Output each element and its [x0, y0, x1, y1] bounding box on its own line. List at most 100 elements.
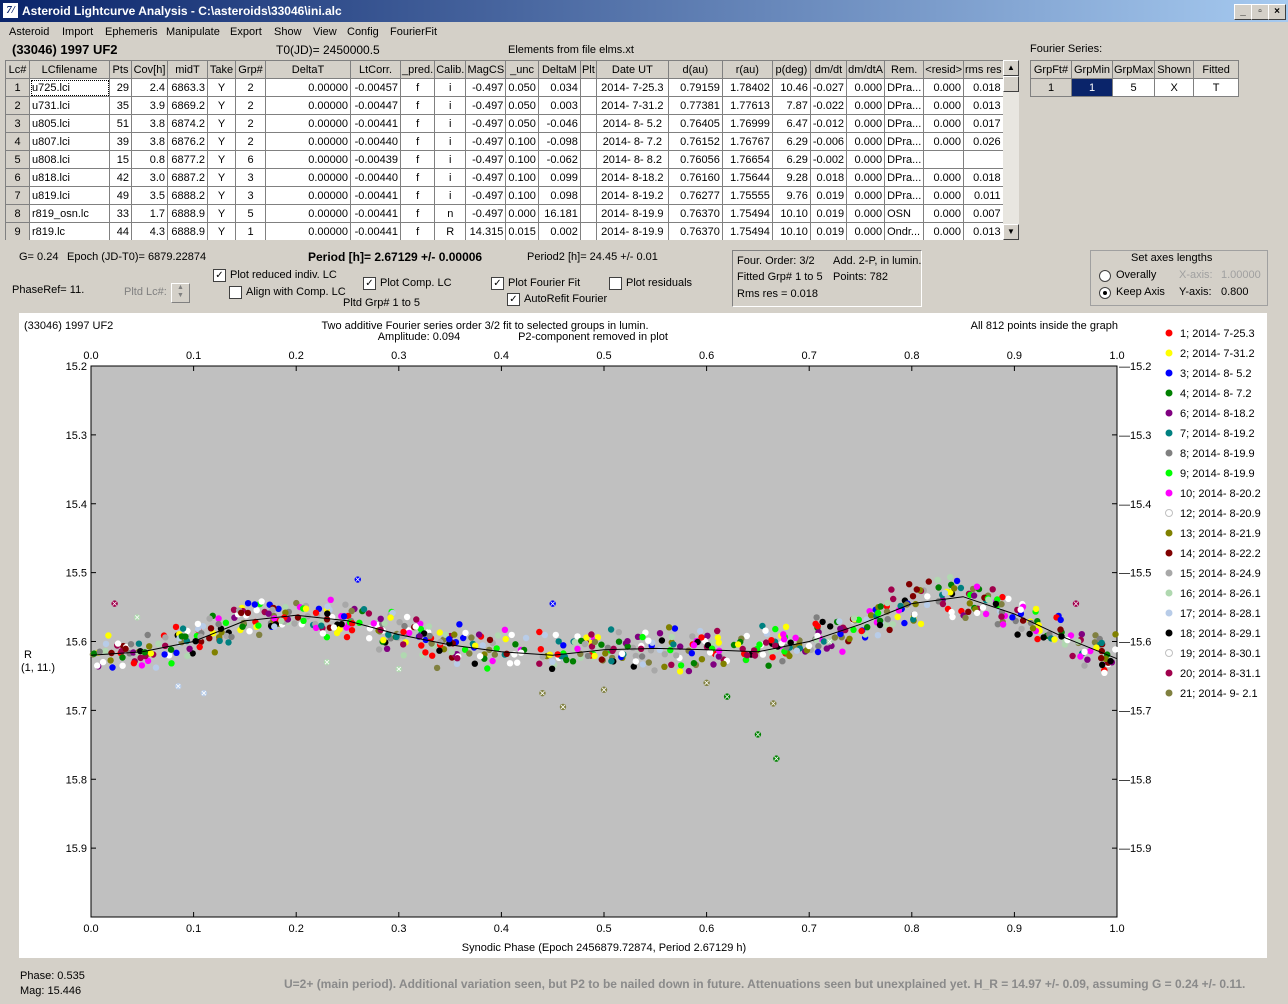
table-cell[interactable]: 49 [109, 186, 132, 205]
table-cell[interactable]: Y [207, 222, 236, 240]
table-cell[interactable]: -0.497 [465, 186, 507, 205]
table-cell[interactable]: 42 [109, 168, 132, 187]
table-cell[interactable]: DPra... [884, 114, 925, 133]
table-cell[interactable]: 3.8 [131, 114, 168, 133]
table-cell[interactable]: f [399, 204, 436, 223]
table-cell[interactable] [579, 114, 597, 133]
menu-asteroid[interactable]: Asteroid [9, 26, 49, 38]
table-cell[interactable]: Y [207, 186, 236, 205]
table-cell[interactable]: 6887.2 [167, 168, 208, 187]
table-cell[interactable]: 0.79159 [667, 78, 723, 97]
table-cell[interactable]: 7.87 [771, 96, 811, 115]
col-header-14[interactable]: Plt [579, 60, 597, 79]
menu-import[interactable]: Import [62, 26, 93, 38]
table-cell[interactable]: 1.75494 [721, 204, 773, 223]
table-cell[interactable]: 0.000 [505, 204, 539, 223]
table-cell[interactable]: i [434, 186, 467, 205]
fs-cell-grpmax[interactable]: 5 [1111, 78, 1156, 97]
table-cell[interactable]: 6876.2 [167, 132, 208, 151]
table-cell[interactable]: R [434, 222, 467, 240]
table-cell[interactable] [579, 186, 597, 205]
table-row[interactable]: 3 u805.lci 51 3.8 6874.2 Y 2 0.00000 -0.00441 f i -… [5, 114, 1004, 133]
table-cell[interactable]: 2014- 8- 5.2 [595, 114, 669, 133]
table-cell[interactable]: 9.76 [771, 186, 811, 205]
table-cell[interactable]: -0.00441 [350, 186, 401, 205]
table-cell[interactable] [579, 96, 597, 115]
lightcurve-plot[interactable]: (33046) 1997 UF2 Two additive Fourier se… [19, 313, 1267, 958]
menu-export[interactable]: Export [230, 26, 262, 38]
table-cell[interactable]: -0.497 [465, 78, 507, 97]
table-cell[interactable]: -0.00440 [350, 132, 401, 151]
table-cell[interactable]: 2 [235, 114, 266, 133]
scroll-up-icon[interactable]: ▲ [1003, 60, 1019, 76]
table-cell[interactable]: 0.000 [923, 132, 964, 151]
table-cell[interactable]: -0.497 [465, 204, 507, 223]
table-cell[interactable]: 0.000 [923, 168, 964, 187]
table-cell[interactable]: u808.lci [29, 150, 110, 169]
table-cell[interactable]: -0.006 [809, 132, 848, 151]
table-cell[interactable]: i [434, 168, 467, 187]
table-cell[interactable]: 0.000 [923, 114, 964, 133]
table-cell[interactable]: DPra... [884, 150, 925, 169]
table-cell[interactable]: 0.00000 [265, 222, 351, 240]
table-cell[interactable]: 0.018 [809, 168, 848, 187]
overally-radio[interactable] [1099, 270, 1111, 282]
table-cell[interactable]: -0.00439 [350, 150, 401, 169]
table-cell[interactable]: DPra... [884, 78, 925, 97]
table-cell[interactable]: i [434, 150, 467, 169]
col-header-3[interactable]: Cov[h] [131, 60, 168, 79]
table-cell[interactable]: 0.00000 [265, 186, 351, 205]
fs-cell-fitted[interactable]: T [1193, 78, 1240, 97]
table-cell[interactable]: 2014- 8-19.2 [595, 186, 669, 205]
col-header-6[interactable]: Grp# [235, 60, 266, 79]
table-cell[interactable]: -0.00441 [350, 204, 401, 223]
table-cell[interactable]: DPra... [884, 132, 925, 151]
table-cell[interactable]: 0.019 [809, 204, 848, 223]
table-cell[interactable]: 0.000 [923, 222, 964, 240]
table-cell[interactable]: Ondr... [884, 222, 925, 240]
table-cell[interactable]: -0.00447 [350, 96, 401, 115]
plot-fourier-checkbox[interactable]: ✓ [491, 277, 504, 290]
col-header-23[interactable]: rms res [963, 60, 1004, 79]
table-cell[interactable]: 0.76405 [667, 114, 723, 133]
table-cell[interactable]: 2 [235, 132, 266, 151]
col-header-22[interactable]: <resid> [923, 60, 964, 79]
scroll-thumb[interactable] [1003, 76, 1019, 92]
table-cell[interactable] [579, 204, 597, 223]
table-cell[interactable]: -0.00440 [350, 168, 401, 187]
fs-cell-grpft[interactable]: 1 [1030, 78, 1072, 97]
menu-fourierfit[interactable]: FourierFit [390, 26, 437, 38]
table-cell[interactable]: 1.75555 [721, 186, 773, 205]
table-cell[interactable]: 2014- 7-25.3 [595, 78, 669, 97]
table-cell[interactable]: 0.050 [505, 78, 539, 97]
table-cell[interactable]: -0.497 [465, 150, 507, 169]
fs-cell-grpmin[interactable]: 1 [1071, 78, 1113, 97]
table-cell[interactable]: 0.019 [809, 186, 848, 205]
table-cell[interactable]: 2 [235, 78, 266, 97]
table-cell[interactable]: n [434, 204, 467, 223]
col-header-1[interactable]: LCfilename [29, 60, 110, 79]
col-header-0[interactable]: Lc# [5, 60, 30, 79]
table-cell[interactable]: -0.027 [809, 78, 848, 97]
close-button[interactable]: × [1268, 4, 1286, 20]
fs-cell-shown[interactable]: X [1154, 78, 1195, 97]
table-cell[interactable] [923, 150, 964, 169]
minimize-button[interactable]: _ [1234, 4, 1252, 20]
table-cell[interactable]: 10.46 [771, 78, 811, 97]
table-cell[interactable]: 6888.9 [167, 222, 208, 240]
table-cell[interactable]: u805.lci [29, 114, 110, 133]
table-cell[interactable]: 6888.9 [167, 204, 208, 223]
table-cell[interactable]: 2014- 8- 8.2 [595, 150, 669, 169]
table-cell[interactable]: 16.181 [537, 204, 581, 223]
table-cell[interactable]: 0.007 [963, 204, 1004, 223]
table-cell[interactable]: 6869.2 [167, 96, 208, 115]
table-cell[interactable]: f [399, 222, 436, 240]
table-cell[interactable]: Y [207, 204, 236, 223]
table-cell[interactable]: 0.100 [505, 132, 539, 151]
table-cell[interactable]: 3.9 [131, 96, 168, 115]
table-cell[interactable]: 0.000 [846, 204, 886, 223]
table-cell[interactable]: 0.003 [537, 96, 581, 115]
table-cell[interactable]: 6877.2 [167, 150, 208, 169]
table-cell[interactable]: -0.00441 [350, 114, 401, 133]
table-cell[interactable]: 15 [109, 150, 132, 169]
